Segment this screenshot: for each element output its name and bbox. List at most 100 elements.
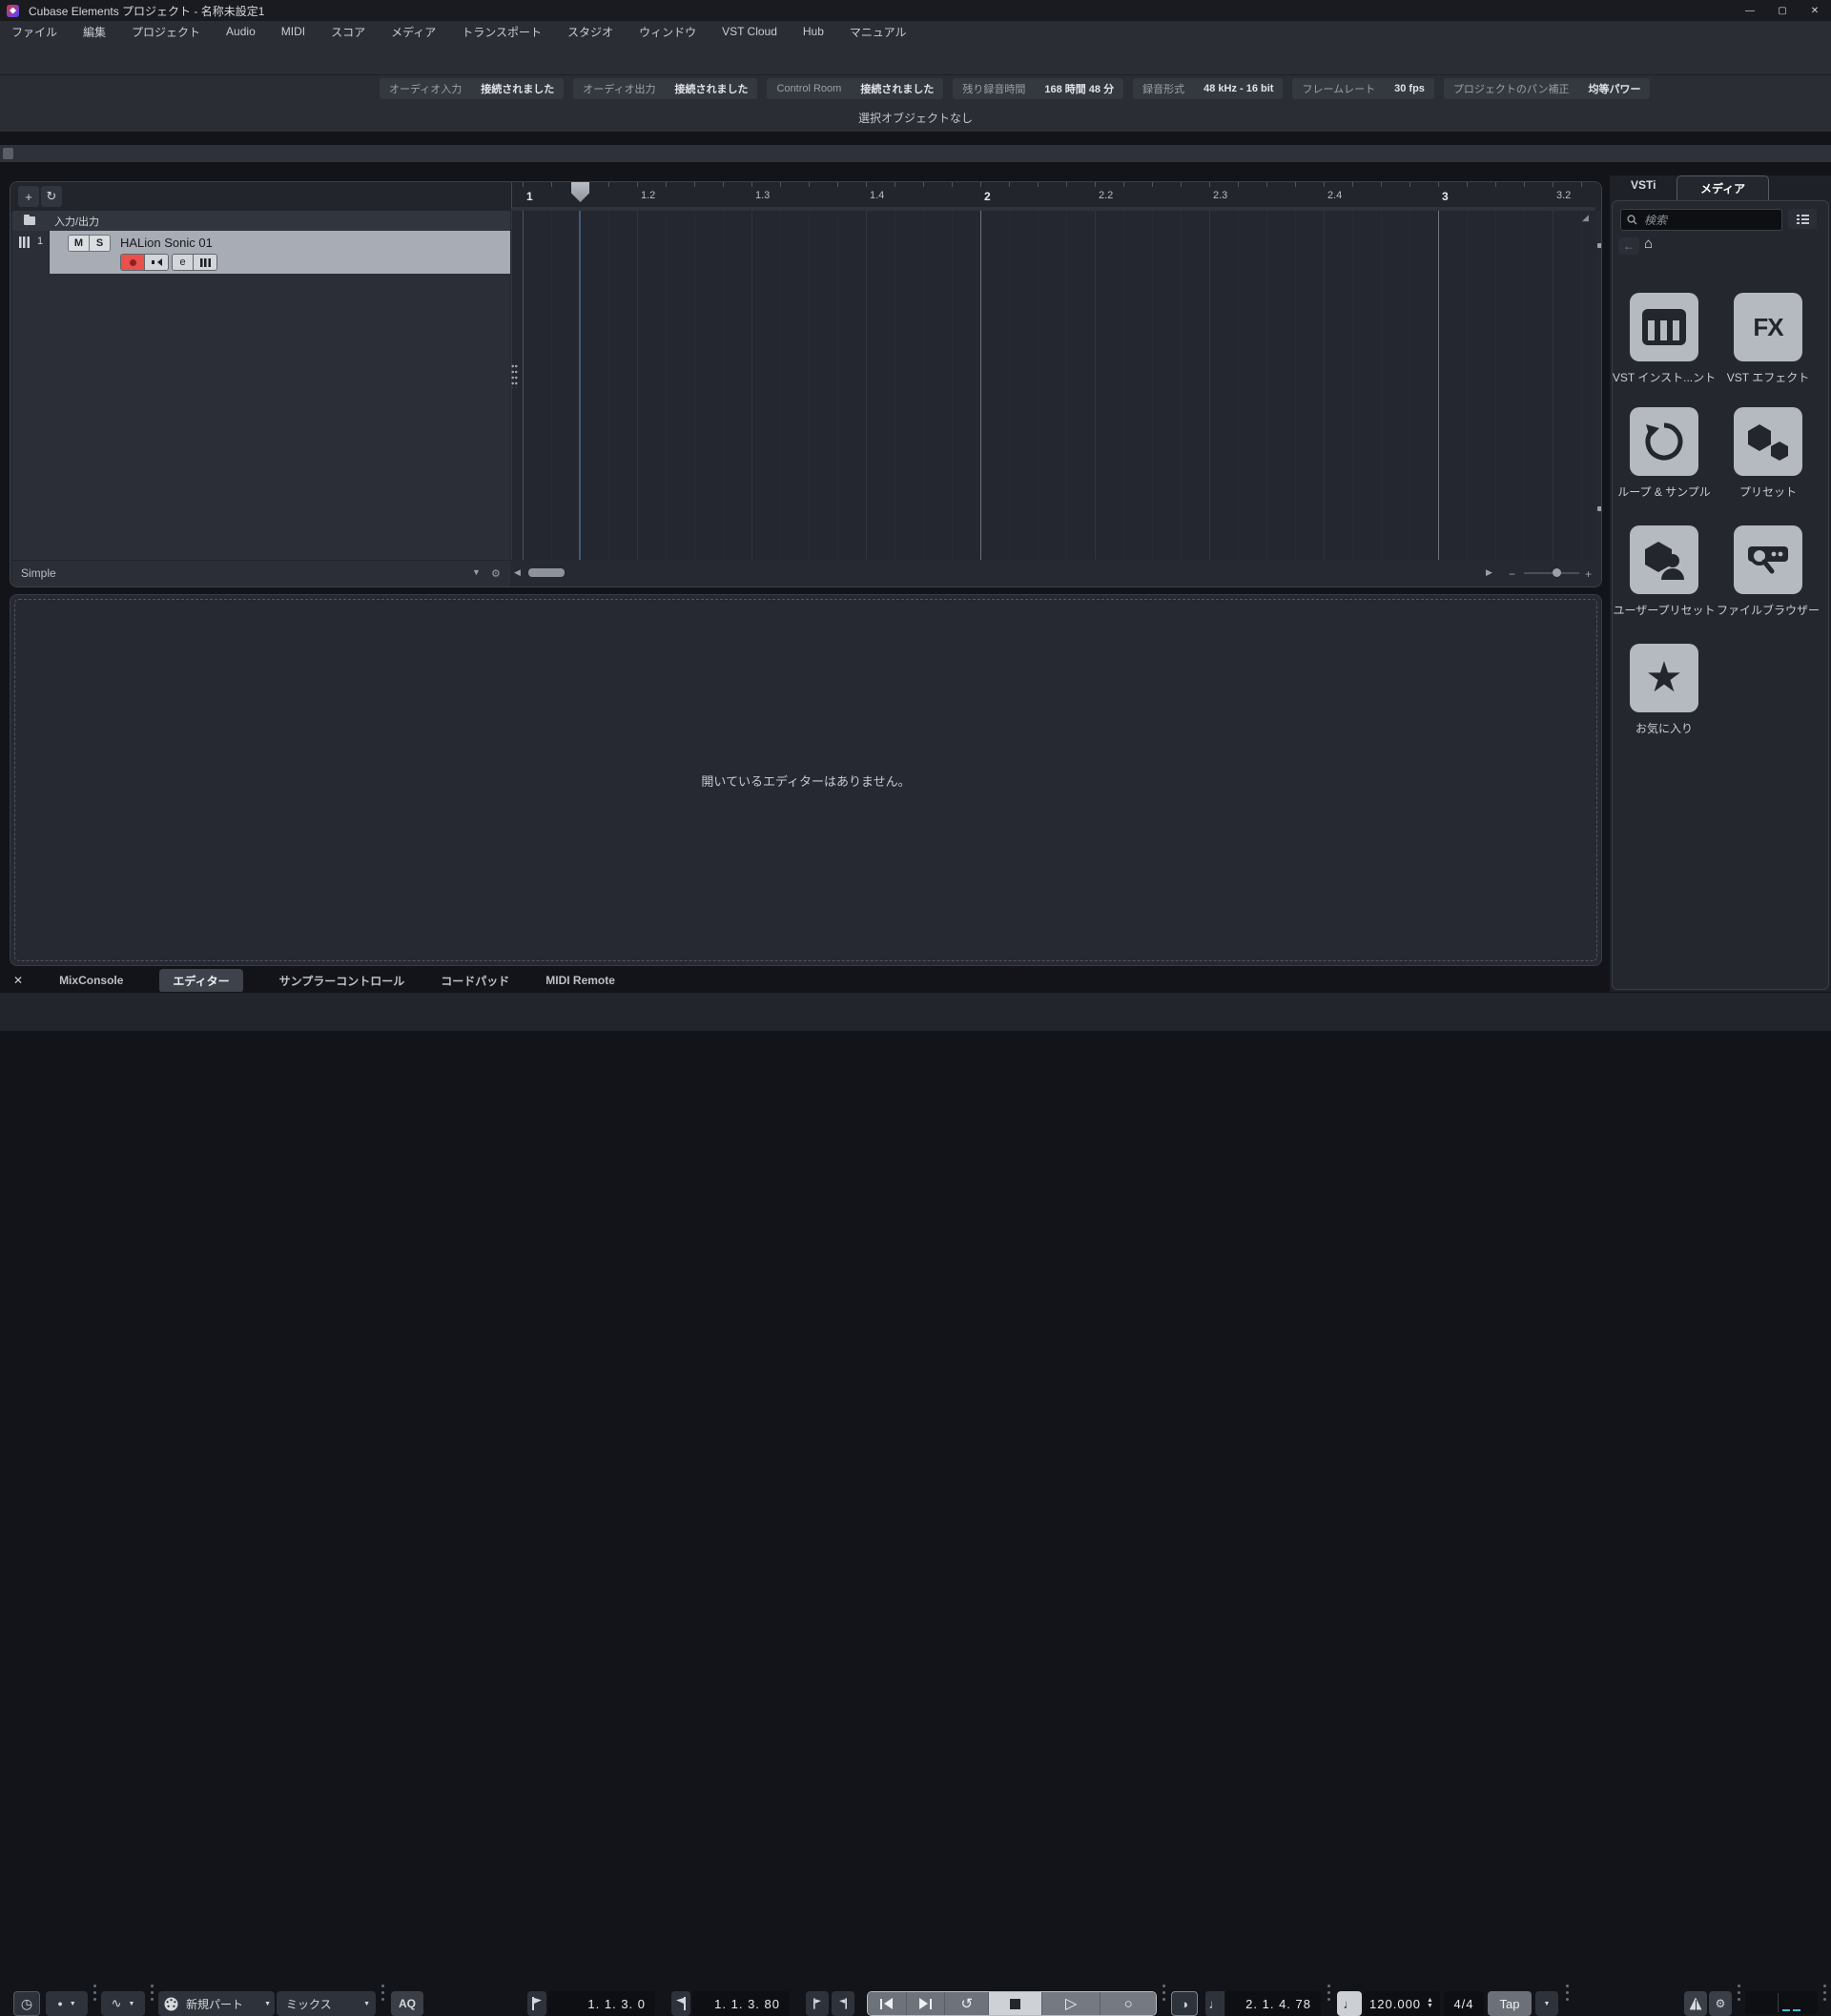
menu-hub[interactable]: Hub [803, 25, 824, 38]
tile-user-presets[interactable] [1630, 525, 1698, 594]
zoom-corner-icon[interactable]: ◢ [1582, 213, 1589, 223]
tab-chord-pads[interactable]: コードパッド [441, 973, 509, 989]
record-enable-button[interactable] [121, 255, 144, 270]
auto-quantize-button[interactable]: AQ [391, 1991, 423, 2016]
drag-handle[interactable] [151, 1991, 154, 1994]
drag-handle[interactable] [93, 1991, 96, 1994]
drag-handle[interactable] [1823, 1991, 1826, 1994]
menu-edit[interactable]: 編集 [83, 24, 106, 40]
menu-window[interactable]: ウィンドウ [639, 24, 696, 40]
zoom-out-icon[interactable]: − [1509, 567, 1515, 581]
maximize-button[interactable]: ▢ [1766, 0, 1799, 21]
minimize-button[interactable]: — [1734, 0, 1766, 21]
close-button[interactable]: ✕ [1799, 0, 1831, 21]
add-track-button[interactable]: + [18, 186, 39, 207]
tab-editor[interactable]: エディター [159, 968, 243, 993]
vertical-scrollbar[interactable] [1595, 211, 1601, 560]
menu-file[interactable]: ファイル [11, 24, 57, 40]
tempo-field[interactable]: 120.000 ▲ ▼ [1364, 1991, 1440, 2016]
scroll-left-icon[interactable]: ◀ [514, 567, 521, 578]
tap-tempo-button[interactable]: Tap [1488, 1991, 1532, 2016]
timeline-ruler[interactable]: 1 1.2 1.3 1.4 2 2.2 2.3 2.4 3 3.2 [511, 182, 1595, 211]
cycle-button[interactable]: ↺ [945, 1992, 990, 2015]
midi-record-mode-dropdown[interactable]: 新規パート ▼ [158, 1991, 275, 2016]
tile-vst-instruments[interactable] [1630, 293, 1698, 361]
track-solo-button[interactable]: S [90, 236, 110, 251]
track-settings-gear-icon[interactable]: ⚙ [491, 567, 501, 580]
audio-alignment-group[interactable]: ∿ ▼ [101, 1991, 145, 2016]
edit-instrument-button[interactable] [193, 255, 216, 270]
activate-project-button[interactable]: ◷ [13, 1991, 40, 2016]
tab-sampler-control[interactable]: サンプラーコントロール [279, 973, 405, 989]
time-signature-field[interactable]: 4/4 [1444, 1991, 1484, 2016]
tab-media[interactable]: メディア [1677, 175, 1770, 200]
right-locator-field[interactable]: 1. 1. 3. 80 [692, 1991, 790, 2016]
use-track-preset-button[interactable]: ↻ [41, 186, 62, 207]
tempo-track-button[interactable]: ♩ [1337, 1991, 1362, 2016]
time-display-field[interactable]: 2. 1. 4. 78 [1225, 1991, 1321, 2016]
track-mute-button[interactable]: M [69, 236, 90, 251]
metronome-setup-button[interactable] [1684, 1991, 1707, 2016]
edit-channel-settings-button[interactable]: e [173, 255, 193, 270]
zoom-in-icon[interactable]: + [1585, 567, 1592, 581]
drag-handle[interactable] [381, 1991, 384, 1994]
tab-midi-remote[interactable]: MIDI Remote [545, 974, 615, 987]
vertical-zoom-thumb[interactable] [1596, 506, 1601, 511]
list-view-button[interactable] [1788, 209, 1817, 229]
tempo-mode-dropdown[interactable]: ▼ [1535, 1991, 1558, 2016]
record-mode-group[interactable]: ● ▼ [46, 1991, 88, 2016]
record-button[interactable]: ○ [1101, 1992, 1156, 2015]
overview-strip[interactable] [0, 145, 1831, 162]
lower-zone-close-icon[interactable]: ✕ [13, 974, 23, 987]
horizontal-scrollbar[interactable]: ◀ ▶ − + [511, 564, 1595, 585]
vertical-scroll-thumb[interactable] [1596, 243, 1601, 248]
scroll-right-icon[interactable]: ▶ [1486, 567, 1492, 578]
media-search-box[interactable] [1620, 209, 1782, 231]
menu-studio[interactable]: スタジオ [567, 24, 613, 40]
track-list-splitter[interactable] [511, 363, 518, 388]
menu-manual[interactable]: マニュアル [850, 24, 907, 40]
tempo-stepper[interactable]: ▲ ▼ [1427, 1997, 1434, 2009]
tile-vst-effects[interactable]: FX [1734, 293, 1802, 361]
track-name[interactable]: HALion Sonic 01 [120, 236, 213, 250]
go-to-left-locator-button[interactable] [527, 1991, 546, 2016]
monitor-button[interactable] [144, 255, 168, 270]
overview-thumb[interactable] [3, 148, 13, 159]
menu-transport[interactable]: トランスポート [462, 24, 542, 40]
back-button[interactable]: ← [1618, 237, 1639, 255]
tile-presets[interactable] [1734, 407, 1802, 476]
tile-file-browser[interactable] [1734, 525, 1802, 594]
menu-media[interactable]: メディア [391, 24, 436, 40]
zoom-slider[interactable] [1524, 572, 1579, 574]
go-to-start-button[interactable] [868, 1992, 907, 2015]
stop-button[interactable] [989, 1992, 1042, 2015]
go-to-end-button[interactable] [906, 1992, 946, 2015]
drag-handle[interactable] [1162, 1991, 1165, 1994]
home-button[interactable]: ⌂ [1644, 236, 1653, 252]
event-display[interactable] [511, 211, 1596, 560]
tile-loops-samples[interactable] [1630, 407, 1698, 476]
drag-handle[interactable] [1738, 1991, 1740, 1994]
horizontal-scroll-thumb[interactable] [528, 568, 565, 577]
instrument-track-row[interactable]: 1 M S HALion Sonic 01 e [12, 231, 510, 274]
drag-handle[interactable] [1327, 1991, 1330, 1994]
metronome-click-button[interactable]: ◑ [1171, 1991, 1198, 2016]
zoom-slider-thumb[interactable] [1553, 568, 1561, 577]
menu-midi[interactable]: MIDI [281, 25, 305, 38]
tile-favorites[interactable]: ★ [1630, 644, 1698, 712]
punch-out-button[interactable] [832, 1991, 854, 2016]
menu-vst-cloud[interactable]: VST Cloud [722, 25, 777, 38]
search-input[interactable] [1642, 212, 1770, 228]
menu-project[interactable]: プロジェクト [132, 24, 200, 40]
drag-handle[interactable] [1566, 1991, 1569, 1994]
tab-mixconsole[interactable]: MixConsole [59, 974, 123, 987]
input-output-channels-folder[interactable]: 入力/出力 [12, 211, 510, 232]
tab-vsti[interactable]: VSTi [1631, 178, 1656, 192]
time-format-button[interactable]: ♩ [1205, 1991, 1224, 2016]
transport-setup-gear-button[interactable]: ⚙ [1709, 1991, 1732, 2016]
left-locator-field[interactable]: 1. 1. 3. 0 [548, 1991, 655, 2016]
lane-dropdown-icon[interactable]: ▼ [472, 567, 481, 577]
menu-score[interactable]: スコア [331, 24, 365, 40]
midi-mix-mode-dropdown[interactable]: ミックス ▼ [277, 1991, 376, 2016]
play-button[interactable]: ▷ [1041, 1992, 1101, 2015]
